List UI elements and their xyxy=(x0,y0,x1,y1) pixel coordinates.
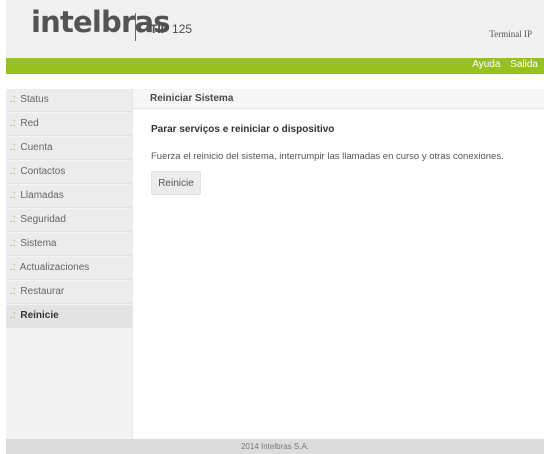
intelbras-logo: intelbras xyxy=(31,5,171,39)
device-type-label: Terminal IP xyxy=(489,29,532,39)
sidebar-item-actualizaciones[interactable]: .: Actualizaciones xyxy=(6,257,132,280)
sidebar-item-prefix: .: xyxy=(10,142,16,153)
main-content: Reiniciar Sistema Parar serviços e reini… xyxy=(132,89,544,439)
sidebar-item-restaurar[interactable]: .: Restaurar xyxy=(6,281,132,304)
sidebar-item-reinicie[interactable]: .: Reinicie xyxy=(6,305,132,328)
sidebar-item-prefix: .: xyxy=(10,214,16,225)
section-heading: Parar serviços e reiniciar o dispositivo xyxy=(151,124,335,135)
sidebar-item-prefix: .: xyxy=(10,118,16,129)
sidebar-item-label: Red xyxy=(20,118,39,129)
sidebar-item-cuenta[interactable]: .: Cuenta xyxy=(6,137,132,160)
logout-link[interactable]: Salida xyxy=(510,59,538,70)
app-frame: intelbras TIP 125 Terminal IP Ayuda Sali… xyxy=(6,0,544,454)
sidebar-item-label: Cuenta xyxy=(20,142,53,153)
sidebar-item-prefix: .: xyxy=(10,166,16,177)
sidebar-item-prefix: .: xyxy=(10,262,16,273)
header: intelbras TIP 125 Terminal IP xyxy=(6,0,544,59)
sidebar-item-label: Sistema xyxy=(20,238,57,249)
sidebar-item-seguridad[interactable]: .: Seguridad xyxy=(6,209,132,232)
sidebar-item-contactos[interactable]: .: Contactos xyxy=(6,161,132,184)
sidebar-item-sistema[interactable]: .: Sistema xyxy=(6,233,132,256)
sidebar-item-label: Contactos xyxy=(20,166,66,177)
footer: 2014 Intelbras S.A. xyxy=(6,439,544,454)
sidebar-item-label: Reinicie xyxy=(20,310,59,321)
sidebar-item-label: Seguridad xyxy=(20,214,66,225)
description-text: Fuerza el reinicio del sistema, interrum… xyxy=(151,151,504,162)
page-title: Reiniciar Sistema xyxy=(133,89,544,109)
reboot-button[interactable]: Reinicie xyxy=(151,171,201,195)
model-name: TIP 125 xyxy=(150,22,192,36)
sidebar-item-label: Llamadas xyxy=(20,190,64,201)
sidebar-item-red[interactable]: .: Red xyxy=(6,113,132,136)
model-number: 125 xyxy=(172,22,193,36)
sidebar-item-prefix: .: xyxy=(10,310,16,321)
sidebar-item-prefix: .: xyxy=(10,286,16,297)
sidebar-item-prefix: .: xyxy=(10,94,16,105)
sidebar-item-prefix: .: xyxy=(10,238,16,249)
sidebar-item-label: Actualizaciones xyxy=(19,262,90,273)
sidebar-item-label: Status xyxy=(20,94,49,105)
sidebar-item-prefix: .: xyxy=(10,190,16,201)
logo-divider xyxy=(135,13,136,41)
help-link[interactable]: Ayuda xyxy=(472,59,500,70)
model-prefix: TIP xyxy=(150,22,169,36)
top-nav-bar xyxy=(6,58,544,74)
sidebar-item-status[interactable]: .: Status xyxy=(6,89,132,112)
sidebar-item-llamadas[interactable]: .: Llamadas xyxy=(6,185,132,208)
top-links: Ayuda Salida xyxy=(465,59,538,70)
sidebar-menu: .: Status .: Red .: Cuenta .: Contactos … xyxy=(6,89,132,439)
sidebar-item-label: Restaurar xyxy=(20,286,65,297)
